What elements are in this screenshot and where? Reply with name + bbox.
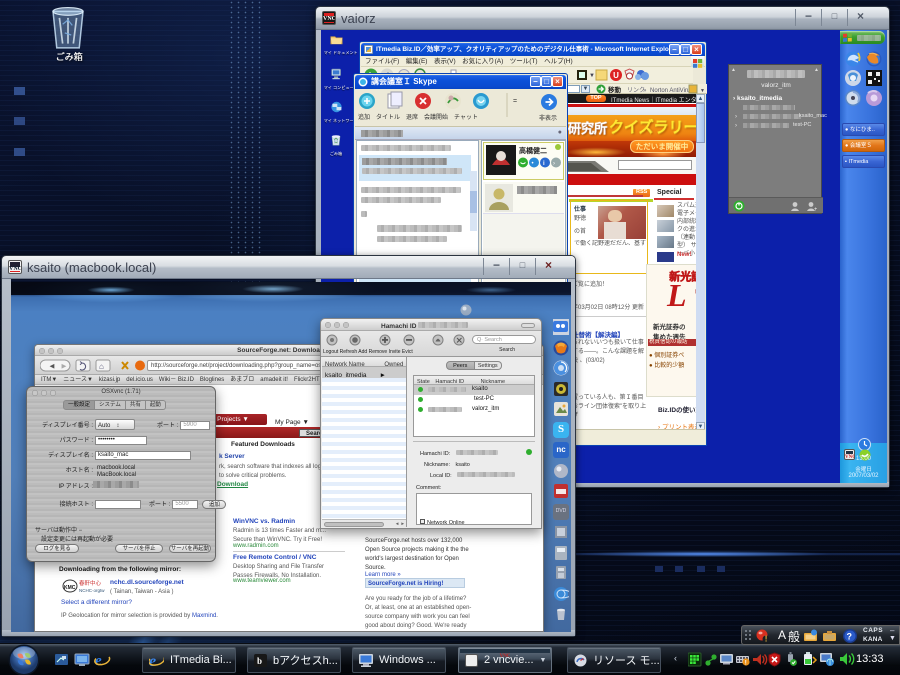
svg-text:NCHC·orgtw: NCHC·orgtw	[79, 588, 105, 593]
svg-text:!: !	[745, 661, 747, 667]
svg-text:春軒中心: 春軒中心	[79, 579, 102, 587]
svg-text:⌂: ⌂	[99, 362, 104, 371]
svg-text:追加 タイトル 退席 会議開始 チャット: 追加 タイトル 退席 会議開始 チャット	[358, 113, 478, 121]
svg-text:b: b	[257, 656, 262, 666]
svg-text:›: ›	[553, 161, 555, 167]
svg-text:U: U	[613, 71, 619, 80]
svg-text:Logout Refresh Add Remo: Logout Refresh Add Remove Invite Evict	[323, 349, 413, 355]
svg-text:▼: ▼	[589, 73, 595, 79]
svg-text:e: e	[95, 653, 102, 668]
svg-text:◄: ◄	[48, 362, 56, 371]
svg-text:►: ►	[60, 362, 68, 371]
svg-text:KMC: KMC	[64, 585, 76, 591]
svg-text:!: !	[765, 635, 768, 644]
svg-text:?: ?	[847, 632, 853, 642]
svg-text:•: •	[532, 161, 534, 167]
svg-text:非表示: 非表示	[539, 114, 557, 122]
svg-text:移動: 移動	[608, 85, 622, 94]
svg-text:+: +	[814, 207, 817, 212]
svg-text:=: =	[513, 98, 517, 105]
